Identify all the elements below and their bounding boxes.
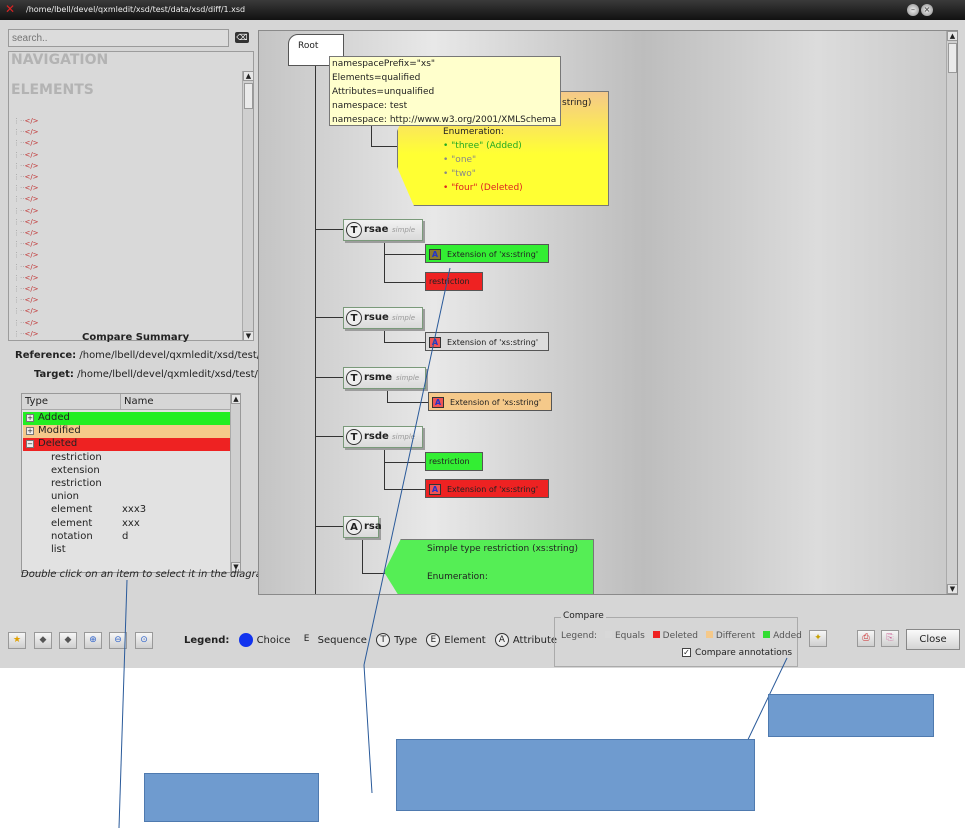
callout-box-diagram <box>396 739 755 811</box>
callout-box-compare-annotations <box>768 694 934 737</box>
callout-line <box>363 267 451 666</box>
callout-line <box>363 664 373 794</box>
callout-line <box>118 579 128 829</box>
callout-box-summary <box>144 773 319 822</box>
